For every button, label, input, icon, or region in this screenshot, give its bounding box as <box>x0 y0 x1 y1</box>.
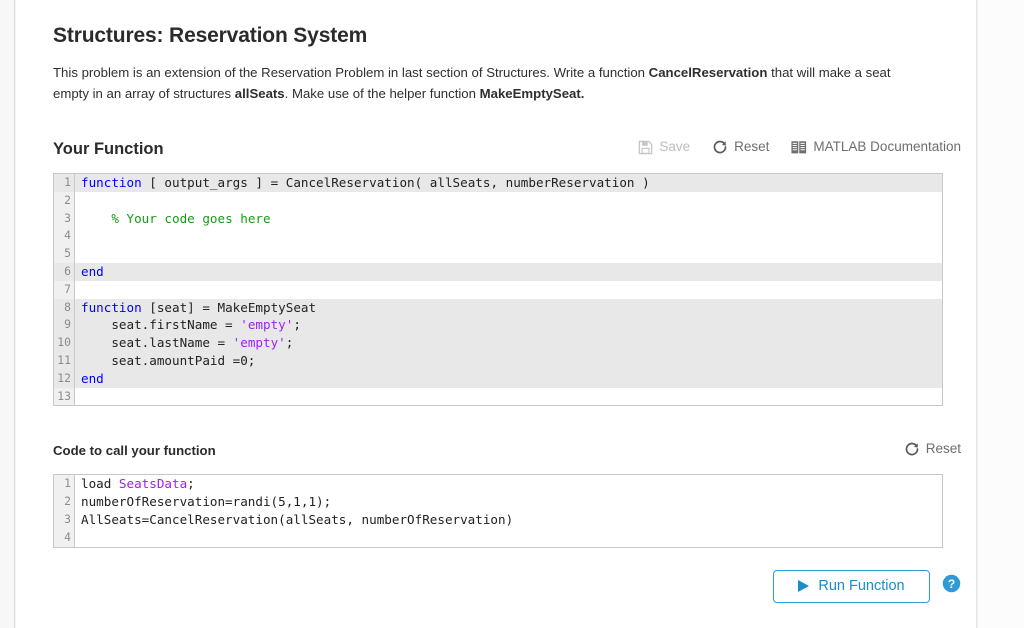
code-line[interactable]: 4 <box>54 227 942 245</box>
run-function-label: Run Function <box>818 578 904 594</box>
run-area: Run Function ? <box>773 570 961 603</box>
matlab-documentation-label: MATLAB Documentation <box>813 137 961 157</box>
code-text[interactable]: seat.firstName = 'empty'; <box>75 316 942 334</box>
code-text[interactable]: function [seat] = MakeEmptySeat <box>75 299 942 317</box>
line-number: 2 <box>54 192 75 210</box>
left-rail <box>0 0 15 628</box>
line-number: 12 <box>54 370 75 388</box>
call-code-toolbar: Reset <box>904 439 961 459</box>
line-number: 5 <box>54 245 75 263</box>
reset-label: Reset <box>926 439 961 459</box>
code-text[interactable]: numberOfReservation=randi(5,1,1); <box>75 493 942 511</box>
run-function-button[interactable]: Run Function <box>773 570 930 603</box>
editor-toolbar: Save Reset <box>638 137 961 157</box>
code-text[interactable] <box>75 529 942 547</box>
code-line[interactable]: 12end <box>54 370 942 388</box>
save-label: Save <box>659 137 690 157</box>
code-line[interactable]: 7 <box>54 281 942 299</box>
code-line[interactable]: 5 <box>54 245 942 263</box>
code-text[interactable]: end <box>75 370 942 388</box>
reset-function-button[interactable]: Reset <box>712 137 769 157</box>
code-line[interactable]: 9 seat.firstName = 'empty'; <box>54 316 942 334</box>
line-number: 7 <box>54 281 75 299</box>
line-number: 11 <box>54 352 75 370</box>
code-text[interactable]: AllSeats=CancelReservation(allSeats, num… <box>75 511 942 529</box>
floppy-disk-icon <box>638 140 653 155</box>
code-text[interactable] <box>75 281 942 299</box>
line-number: 6 <box>54 263 75 281</box>
code-text[interactable]: seat.amountPaid =0; <box>75 352 942 370</box>
circular-arrow-icon <box>904 441 920 457</box>
line-number: 4 <box>54 529 75 547</box>
line-number: 10 <box>54 334 75 352</box>
line-number: 1 <box>54 475 75 493</box>
call-code-code[interactable]: 1load SeatsData;2numberOfReservation=ran… <box>54 475 942 546</box>
reset-call-code-button[interactable]: Reset <box>904 439 961 459</box>
code-line[interactable]: 13 <box>54 388 942 406</box>
code-line[interactable]: 10 seat.lastName = 'empty'; <box>54 334 942 352</box>
code-text[interactable] <box>75 245 942 263</box>
code-text[interactable]: function [ output_args ] = CancelReserva… <box>75 174 942 192</box>
line-number: 4 <box>54 227 75 245</box>
line-number: 3 <box>54 511 75 529</box>
matlab-documentation-link[interactable]: MATLAB Documentation <box>791 137 961 157</box>
line-number: 3 <box>54 210 75 228</box>
code-line[interactable]: 11 seat.amountPaid =0; <box>54 352 942 370</box>
svg-text:?: ? <box>948 577 956 591</box>
content-sheet: Structures: Reservation System This prob… <box>16 0 977 628</box>
call-code-header: Code to call your function Reset <box>53 438 961 464</box>
code-text[interactable] <box>75 192 942 210</box>
code-line[interactable]: 3 % Your code goes here <box>54 210 942 228</box>
code-line[interactable]: 1load SeatsData; <box>54 475 942 493</box>
code-line[interactable]: 3AllSeats=CancelReservation(allSeats, nu… <box>54 511 942 529</box>
reset-label: Reset <box>734 137 769 157</box>
code-line[interactable]: 4 <box>54 529 942 547</box>
code-line[interactable]: 2numberOfReservation=randi(5,1,1); <box>54 493 942 511</box>
circular-arrow-icon <box>712 139 728 155</box>
question-circle-icon[interactable]: ? <box>942 574 961 598</box>
your-function-editor[interactable]: 1function [ output_args ] = CancelReserv… <box>53 173 943 406</box>
code-line[interactable]: 6end <box>54 263 942 281</box>
book-icon <box>791 140 807 155</box>
code-text[interactable] <box>75 388 942 406</box>
page-frame: Structures: Reservation System This prob… <box>0 0 1024 628</box>
right-rail <box>978 0 1024 628</box>
code-text[interactable]: % Your code goes here <box>75 210 942 228</box>
line-number: 8 <box>54 299 75 317</box>
line-number: 2 <box>54 493 75 511</box>
save-button[interactable]: Save <box>638 137 690 157</box>
your-function-header: Your Function Save <box>53 136 961 162</box>
code-line[interactable]: 8function [seat] = MakeEmptySeat <box>54 299 942 317</box>
code-text[interactable]: seat.lastName = 'empty'; <box>75 334 942 352</box>
code-line[interactable]: 2 <box>54 192 942 210</box>
code-text[interactable]: end <box>75 263 942 281</box>
line-number: 9 <box>54 316 75 334</box>
page-title: Structures: Reservation System <box>53 0 961 48</box>
code-text[interactable] <box>75 227 942 245</box>
play-triangle-icon <box>798 580 809 592</box>
call-code-editor[interactable]: 1load SeatsData;2numberOfReservation=ran… <box>53 474 943 547</box>
line-number: 1 <box>54 174 75 192</box>
problem-description: This problem is an extension of the Rese… <box>53 48 925 104</box>
line-number: 13 <box>54 388 75 406</box>
your-function-title: Your Function <box>53 140 164 158</box>
code-text[interactable]: load SeatsData; <box>75 475 942 493</box>
your-function-code[interactable]: 1function [ output_args ] = CancelReserv… <box>54 174 942 405</box>
footer-actions: Run Function ? <box>53 570 961 606</box>
code-line[interactable]: 1function [ output_args ] = CancelReserv… <box>54 174 942 192</box>
call-code-title: Code to call your function <box>53 443 216 458</box>
